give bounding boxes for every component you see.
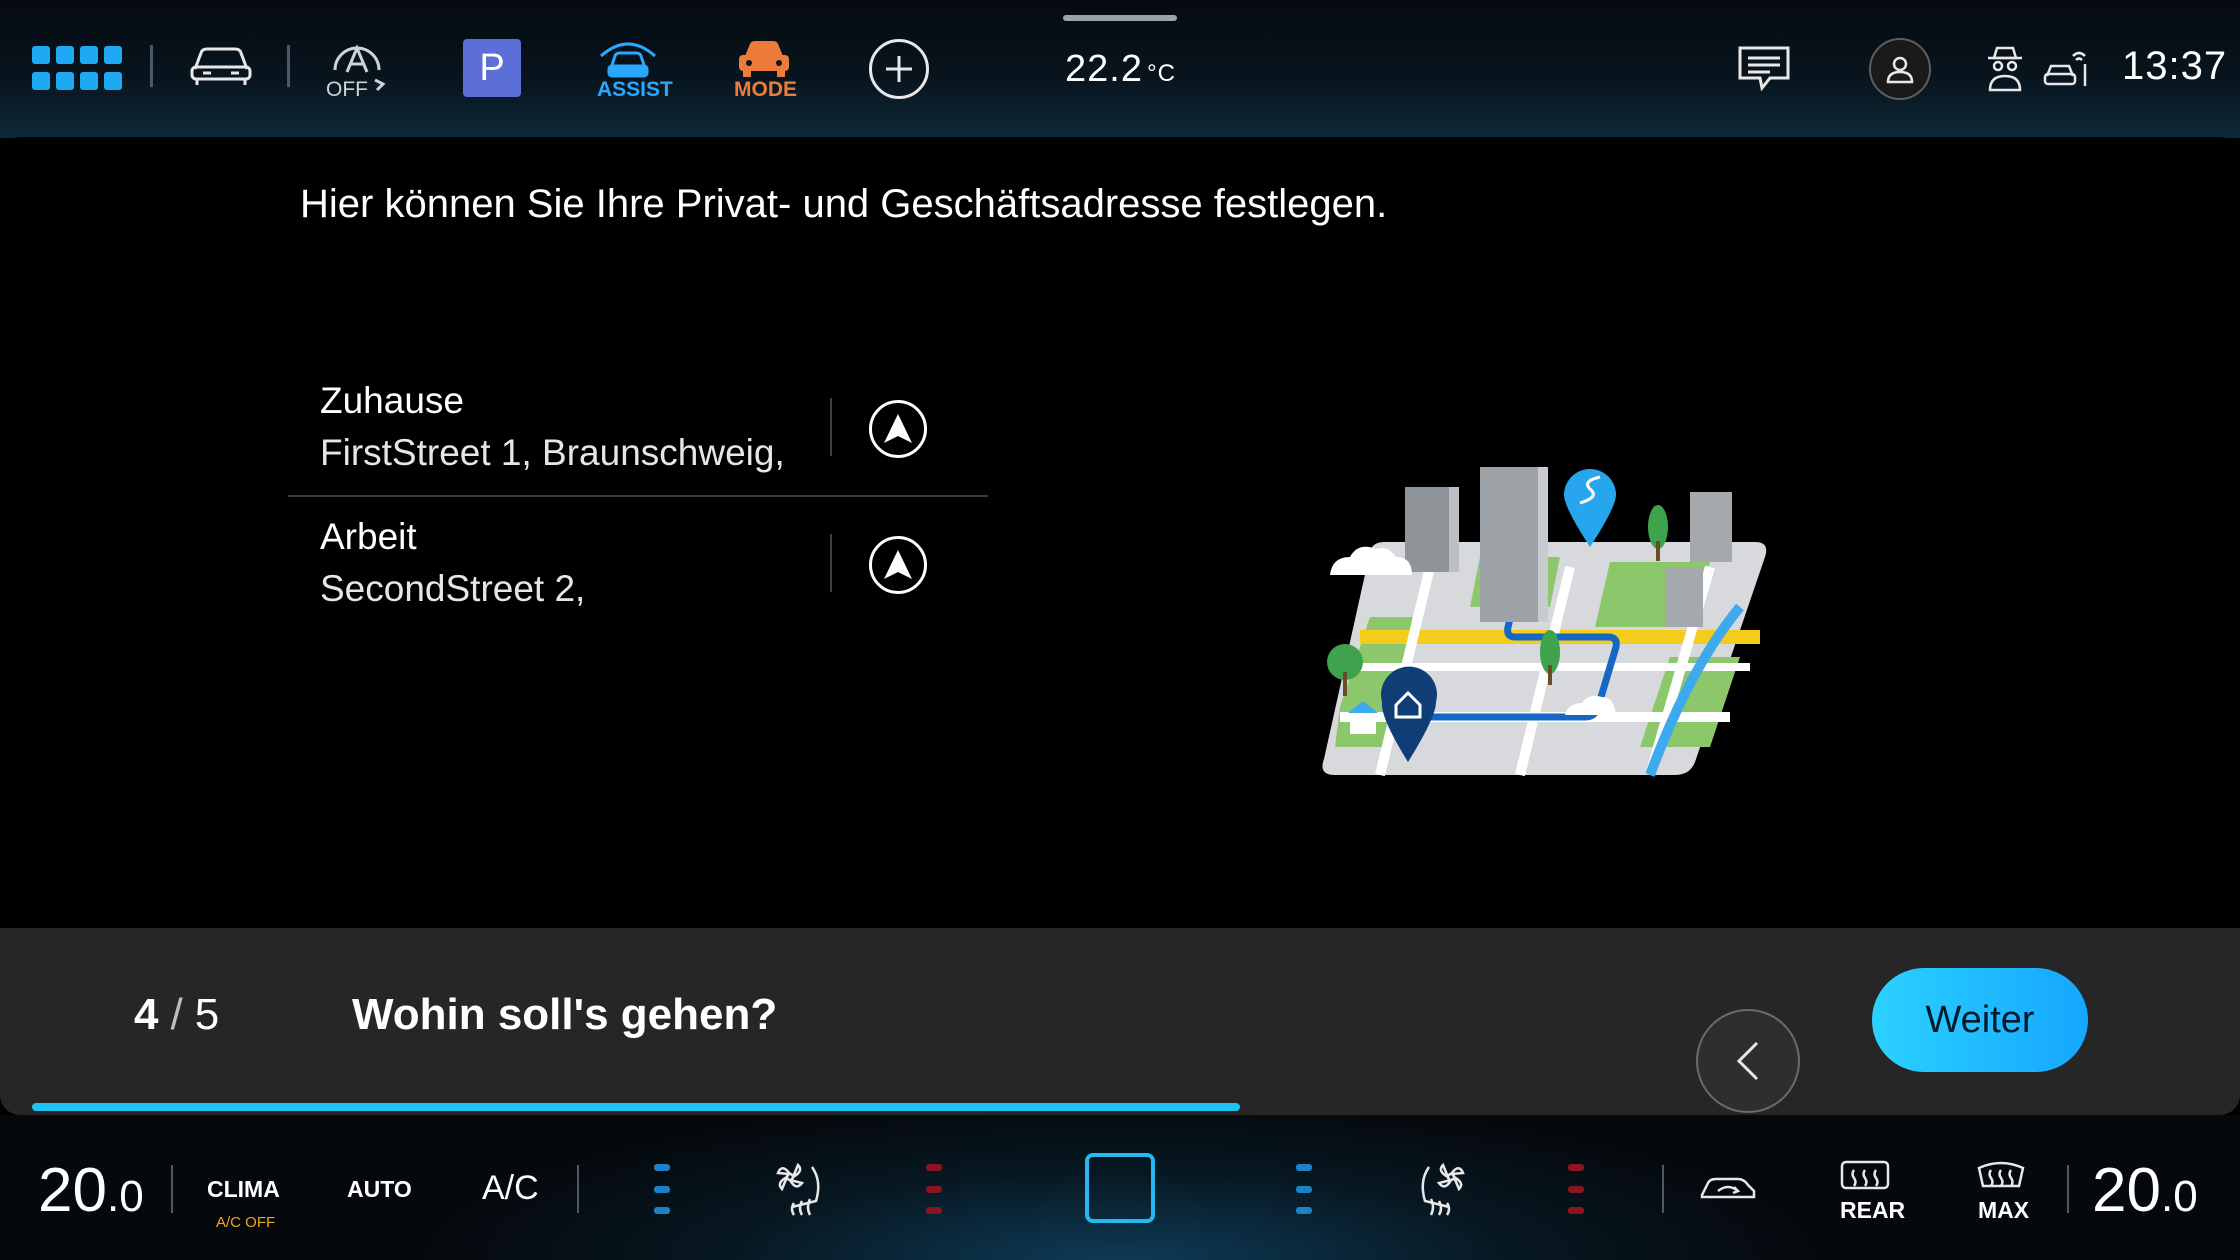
- assist-label: ASSIST: [597, 78, 673, 101]
- add-shortcut-button[interactable]: [869, 39, 929, 99]
- right-temp-int: 20: [2092, 1156, 2161, 1225]
- divider: [577, 1165, 579, 1213]
- parking-button[interactable]: P: [463, 39, 521, 97]
- clock: 13:37: [2122, 44, 2228, 88]
- rear-defrost-label: REAR: [1840, 1197, 1906, 1223]
- rear-defrost-icon[interactable]: [1840, 1159, 1890, 1193]
- messages-icon[interactable]: [1735, 44, 1793, 94]
- outside-temperature: 22.2 °C: [1065, 48, 1176, 91]
- seat-ventilation-left-icon[interactable]: [770, 1160, 830, 1220]
- drive-mode-icon[interactable]: [732, 38, 796, 78]
- divider: [287, 45, 290, 87]
- seat-ventilation-right-icon[interactable]: [1411, 1160, 1471, 1220]
- step-separator: /: [170, 990, 183, 1039]
- seat-cooling-left-level[interactable]: [654, 1164, 670, 1214]
- divider: [2067, 1165, 2069, 1213]
- top-status-bar: OFF P ASSIST MODE 22.2 °C 13:37: [0, 0, 2240, 138]
- ac-button[interactable]: A/C: [482, 1169, 539, 1208]
- left-temp-int: 20: [38, 1156, 107, 1225]
- next-button[interactable]: Weiter: [1872, 968, 2088, 1072]
- seat-cooling-right-level[interactable]: [1296, 1164, 1312, 1214]
- steering-wheel-heating-button[interactable]: [1085, 1153, 1155, 1223]
- address-line: FirstStreet 1, Braunschweig,: [320, 432, 785, 473]
- step-indicator: 4/5: [134, 990, 219, 1040]
- divider: [150, 45, 153, 87]
- navigate-arrow-icon[interactable]: [869, 536, 927, 594]
- progress-bar: [32, 1103, 2208, 1111]
- max-defrost-icon[interactable]: [1975, 1159, 2027, 1193]
- left-temperature[interactable]: 20.0: [38, 1155, 144, 1226]
- driver-assist-icon[interactable]: [596, 38, 660, 78]
- intro-text: Hier können Sie Ihre Privat- und Geschäf…: [300, 182, 1388, 226]
- wizard-question: Wohin soll's gehen?: [352, 990, 778, 1039]
- back-button[interactable]: [1696, 1009, 1800, 1113]
- setup-content-panel: Hier können Sie Ihre Privat- und Geschäf…: [0, 137, 2240, 1115]
- air-recirculation-icon[interactable]: [1697, 1170, 1759, 1206]
- divider: [830, 534, 832, 592]
- mode-label: MODE: [734, 78, 797, 101]
- address-item-work[interactable]: Arbeit SecondStreet 2,: [288, 498, 988, 631]
- vehicle-icon[interactable]: [186, 40, 256, 90]
- connectivity-icon[interactable]: [2043, 46, 2089, 92]
- user-profile-button[interactable]: [1869, 38, 1931, 100]
- address-item-home[interactable]: Zuhause FirstStreet 1, Braunschweig,: [288, 362, 988, 495]
- temperature-value: 22.2: [1065, 48, 1143, 90]
- clima-button[interactable]: CLIMA: [207, 1176, 280, 1203]
- divider: [171, 1165, 173, 1213]
- address-title: Arbeit: [320, 516, 417, 557]
- climate-bar: 20.0 CLIMA A/C OFF AUTO A/C REAR MAX 20.…: [0, 1115, 2240, 1260]
- progress-fill: [32, 1103, 1240, 1111]
- right-temp-dec: .0: [2160, 1172, 2198, 1221]
- seat-heating-right-level[interactable]: [1568, 1164, 1584, 1214]
- step-current: 4: [134, 990, 159, 1039]
- left-temp-dec: .0: [106, 1172, 144, 1221]
- list-divider: [288, 495, 988, 497]
- app-grid-icon[interactable]: [32, 46, 122, 90]
- right-temperature[interactable]: 20.0: [2092, 1155, 2198, 1226]
- auto-button[interactable]: AUTO: [347, 1176, 412, 1203]
- ac-off-label: A/C OFF: [216, 1214, 276, 1231]
- navigate-arrow-icon[interactable]: [869, 400, 927, 458]
- step-total: 5: [194, 990, 220, 1039]
- auto-hold-off-label: OFF: [326, 78, 368, 101]
- seat-heating-left-level[interactable]: [926, 1164, 942, 1214]
- privacy-mode-icon[interactable]: [1985, 46, 2025, 92]
- divider: [1662, 1165, 1664, 1213]
- divider: [830, 398, 832, 456]
- drag-handle[interactable]: [1063, 15, 1177, 21]
- map-illustration: [1322, 467, 1767, 777]
- temperature-unit: °C: [1146, 60, 1176, 87]
- address-line: SecondStreet 2,: [320, 568, 586, 609]
- max-defrost-label: MAX: [1978, 1197, 2030, 1223]
- address-title: Zuhause: [320, 380, 464, 421]
